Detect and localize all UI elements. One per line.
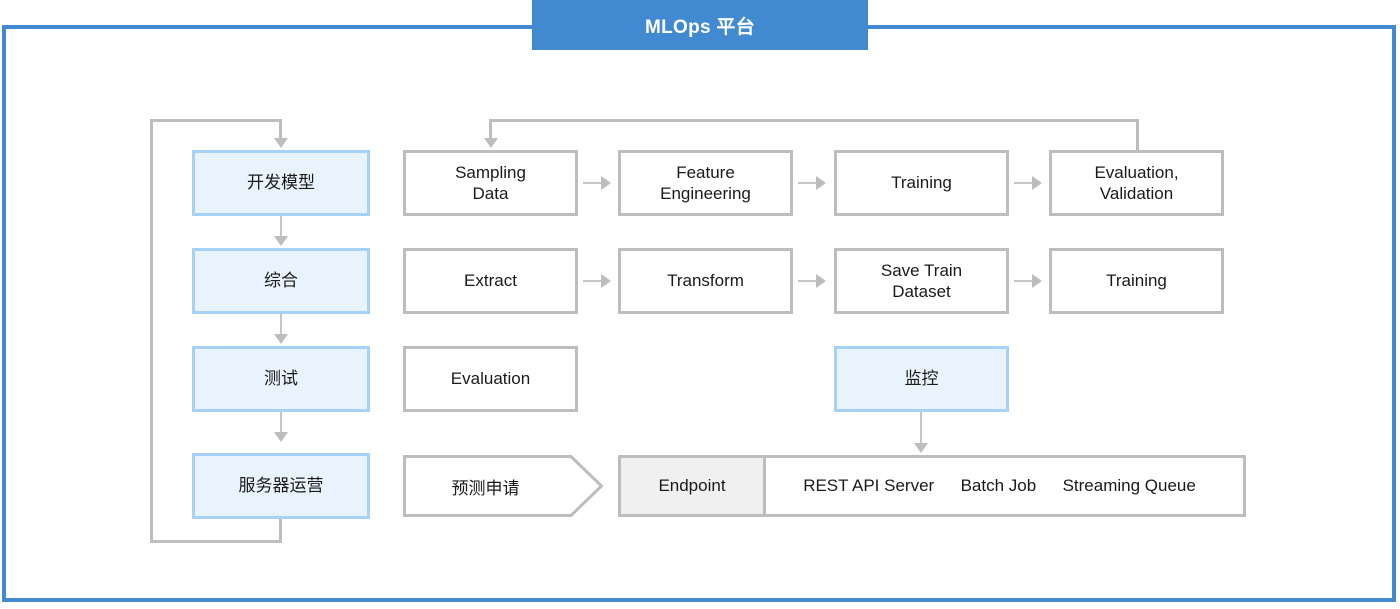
row1-connector-1-arrowhead	[601, 176, 611, 190]
row1-feedback-arrowhead	[484, 138, 498, 148]
pipeline-step-monitoring[interactable]: 监控	[834, 346, 1009, 412]
lifecycle-connector-1	[280, 216, 282, 238]
serving-channel-rest-api[interactable]: REST API Server	[803, 476, 934, 496]
row1-connector-3-arrowhead	[1032, 176, 1042, 190]
lifecycle-connector-3	[280, 412, 282, 434]
lifecycle-connector-1-arrowhead	[274, 236, 288, 246]
pipeline-step-label: Training	[1106, 271, 1167, 291]
pipeline-step-transform[interactable]: Transform	[618, 248, 793, 314]
lifecycle-stage-label: 服务器运营	[238, 476, 324, 496]
lifecycle-stage-integration[interactable]: 综合	[192, 248, 370, 314]
pipeline-step-sampling-data[interactable]: Sampling Data	[403, 150, 578, 216]
pipeline-step-label: Training	[891, 173, 952, 193]
pipeline-step-label: Sampling Data	[455, 162, 526, 203]
row2-connector-2	[798, 280, 818, 282]
prediction-request-label: 预测申请	[451, 478, 520, 498]
serving-channel-batch-job[interactable]: Batch Job	[961, 476, 1037, 496]
lifecycle-stage-label: 测试	[264, 369, 298, 389]
row2-connector-2-arrowhead	[816, 274, 826, 288]
row2-connector-3-arrowhead	[1032, 274, 1042, 288]
pipeline-step-label: Save Train Dataset	[880, 260, 963, 301]
lifecycle-loop-bottom-rise	[279, 516, 282, 543]
pipeline-step-evaluation[interactable]: Evaluation	[403, 346, 578, 412]
lifecycle-connector-2	[280, 314, 282, 336]
row1-connector-2	[798, 182, 818, 184]
pipeline-step-training-2[interactable]: Training	[1049, 248, 1224, 314]
serving-channel-streaming-queue[interactable]: Streaming Queue	[1063, 476, 1196, 496]
row2-connector-3	[1014, 280, 1034, 282]
row1-feedback-drop	[489, 119, 492, 140]
lifecycle-stage-server-operation[interactable]: 服务器运营	[192, 453, 370, 519]
row1-connector-3	[1014, 182, 1034, 184]
pipeline-step-feature-engineering[interactable]: Feature Engineering	[618, 150, 793, 216]
lifecycle-stage-label: 开发模型	[247, 173, 315, 193]
pipeline-step-save-train-dataset[interactable]: Save Train Dataset	[834, 248, 1009, 314]
pipeline-step-label: Evaluation, Validation	[1094, 162, 1179, 203]
pipeline-step-label: Transform	[667, 271, 744, 291]
pipeline-step-extract[interactable]: Extract	[403, 248, 578, 314]
lifecycle-stage-test[interactable]: 测试	[192, 346, 370, 412]
lifecycle-loop-top	[150, 119, 282, 122]
lifecycle-connector-2-arrowhead	[274, 334, 288, 344]
lifecycle-loop-bottom	[150, 540, 282, 543]
row1-connector-1	[583, 182, 603, 184]
pipeline-step-label: 监控	[904, 369, 939, 389]
page-title: MLOps 平台	[532, 0, 868, 50]
lifecycle-stage-label: 综合	[264, 271, 298, 291]
pipeline-step-label: Feature Engineering	[660, 162, 751, 203]
lifecycle-loop-top-drop	[279, 119, 282, 140]
serving-channels-cell: REST API Server Batch Job Streaming Queu…	[766, 458, 1243, 514]
pipeline-step-evaluation-validation[interactable]: Evaluation, Validation	[1049, 150, 1224, 216]
pipeline-step-label: Extract	[464, 271, 517, 291]
row1-feedback-rise	[1136, 119, 1139, 150]
serving-endpoint-cell[interactable]: Endpoint	[621, 458, 766, 514]
monitoring-to-endpoint-connector	[920, 412, 922, 445]
pipeline-step-training[interactable]: Training	[834, 150, 1009, 216]
lifecycle-stage-develop-model[interactable]: 开发模型	[192, 150, 370, 216]
row2-connector-1	[583, 280, 603, 282]
lifecycle-loop-left-spine	[150, 119, 153, 543]
pipeline-step-label: Evaluation	[450, 369, 531, 389]
row2-connector-1-arrowhead	[601, 274, 611, 288]
serving-bar: Endpoint REST API Server Batch Job Strea…	[618, 455, 1246, 517]
row1-feedback-top	[489, 119, 1139, 122]
lifecycle-loop-top-arrowhead	[274, 138, 288, 148]
monitoring-to-endpoint-arrowhead	[914, 443, 928, 453]
diagram-canvas: MLOps 平台 开发模型 综合 测试 服务器运营 SamplingData	[0, 0, 1400, 609]
row1-connector-2-arrowhead	[816, 176, 826, 190]
prediction-request-chevron[interactable]: 预测申请	[403, 455, 603, 517]
lifecycle-connector-3-arrowhead	[274, 432, 288, 442]
